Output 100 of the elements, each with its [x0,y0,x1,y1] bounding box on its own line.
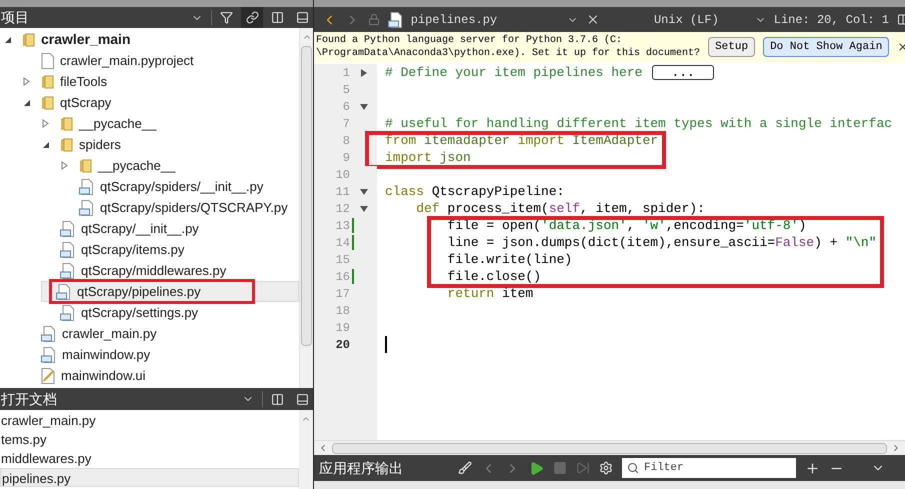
document-icon [41,52,54,68]
tree-row[interactable]: mainwindow.ui [22,365,299,386]
line-number: 13 [334,218,350,234]
run-icon[interactable] [529,460,544,476]
tree-item-label: __pycache__ [98,156,176,175]
code-line: class QtscrapyPipeline: [385,182,564,201]
filter-field[interactable]: Filter [622,458,796,478]
tree-row[interactable]: mainwindow.py [22,344,299,365]
line-number: 7 [342,116,350,132]
tree-row[interactable]: __pycache__ [60,155,299,176]
tree-row[interactable]: qtScrapy/spiders/__init__.py [60,176,299,197]
split-icon[interactable] [896,13,905,26]
tree-row[interactable]: qtScrapy/pipelines.py [41,281,299,302]
line-number: 10 [334,166,350,184]
tree-item-label: qtScrapy/spiders/QTSCRAPY.py [100,198,288,217]
settings-icon[interactable] [599,461,613,475]
info-message: Found a Python language server for Python 3.7.6 (C: \ProgramData\Anaconda3\python.exe). Set it up for this document? [316,34,700,60]
zoom-in-icon[interactable] [805,460,820,476]
code-line: file.close() [446,268,542,286]
text-cursor [385,336,387,353]
python-file-icon [79,200,94,216]
tree-row[interactable]: spiders [41,134,299,155]
tree-row[interactable]: __pycache__ [41,113,299,134]
vertical-scrollbar[interactable] [299,410,313,489]
line-number: 8 [342,132,350,150]
link-icon [246,11,258,24]
close-pane-icon[interactable] [296,11,309,24]
line-number: 19 [334,320,350,336]
file-name[interactable]: pipelines.py [410,10,559,28]
tree-row[interactable]: crawler_main.py [22,323,299,344]
link-toggle[interactable] [241,7,263,28]
search-icon [627,462,639,474]
tree-row[interactable]: qtScrapy/__init__.py [41,218,299,239]
broom-icon[interactable] [458,461,472,475]
tree-row[interactable]: qtScrapy/spiders/QTSCRAPY.py [60,197,299,218]
fold-expanded-icon[interactable] [360,206,368,212]
folded-code-marker[interactable]: ... [652,65,714,80]
filter-icon[interactable] [220,11,233,24]
fold-expanded-icon[interactable] [360,188,368,194]
lock-icon[interactable] [368,13,380,26]
line-number: 17 [334,286,350,302]
tree-row[interactable]: qtScrapy/settings.py [41,302,299,323]
folder-icon [41,74,54,89]
code-line: file = open('data.json', 'w',encoding='utf-8') [446,216,806,235]
scrollbar-thumb[interactable] [301,46,312,346]
open-document-item[interactable]: pipelines.py [0,468,299,487]
info-bar-button[interactable]: Setup [708,36,756,58]
tree-item-label: qtScrapy/settings.py [81,304,198,322]
python-file-icon [41,346,56,362]
collapsed-arrow-icon[interactable] [61,161,69,170]
line-number: 6 [342,98,350,116]
close-pane-icon[interactable] [296,392,309,406]
line-ending-selector[interactable]: Unix (LF) [654,10,747,28]
info-bar-button[interactable]: Do Not Show Again [763,36,890,58]
tree-row[interactable]: fileTools [22,71,299,92]
python-file-icon [60,242,75,258]
tree-row[interactable]: crawler_main.pyproject [22,50,299,71]
tree-item-label: qtScrapy [60,94,112,112]
python-file-icon [388,12,403,28]
collapsed-arrow-icon[interactable] [23,77,31,86]
folder-icon [79,158,92,173]
python-file-icon [41,326,56,342]
line-number: 5 [342,82,350,98]
tree-row[interactable]: qtScrapy/middlewares.py [41,260,299,281]
tree-item-label: fileTools [60,72,107,91]
horizontal-scrollbar[interactable] [314,440,905,455]
tree-item-label: crawler_main.py [62,324,157,343]
cursor-position: Line: 20, Col: 1 [774,12,889,28]
tree-row[interactable]: qtScrapy [22,92,299,113]
line-number: 18 [334,302,350,320]
scrollbar-thumb[interactable] [332,442,887,454]
open-document-item[interactable]: crawler_main.py [0,411,299,430]
code-line: return item [446,284,534,303]
fold-expanded-icon[interactable] [360,104,368,110]
line-number: 11 [334,184,350,200]
folder-icon [60,137,73,152]
tree-item-label: qtScrapy/middlewares.py [81,262,226,280]
tree-item-label: qtScrapy/spiders/__init__.py [100,178,264,196]
expanded-arrow-icon[interactable] [42,140,50,148]
split-icon[interactable] [271,392,284,406]
expanded-arrow-icon[interactable] [23,98,31,106]
line-number: 16 [334,268,350,286]
python-file-icon [60,262,75,278]
python-file-icon [79,178,94,194]
open-document-item[interactable]: tems.py [0,430,299,449]
code-line: import json [385,148,471,167]
expanded-arrow-icon[interactable] [4,36,12,44]
python-file-icon [60,220,75,236]
tree-row[interactable]: crawler_main [3,29,299,50]
vertical-scrollbar[interactable] [299,28,313,388]
python-file-icon [60,304,75,320]
split-icon[interactable] [271,11,284,24]
tree-row[interactable]: qtScrapy/items.py [41,239,299,260]
open-document-item[interactable]: middlewares.py [0,449,299,468]
line-number: 14 [334,234,350,252]
pane-title: 打开文档 [1,390,57,408]
line-number: 9 [342,150,350,166]
line-number: 20 [334,336,350,354]
collapsed-arrow-icon[interactable] [42,119,50,128]
fold-collapsed-icon[interactable] [361,68,367,76]
